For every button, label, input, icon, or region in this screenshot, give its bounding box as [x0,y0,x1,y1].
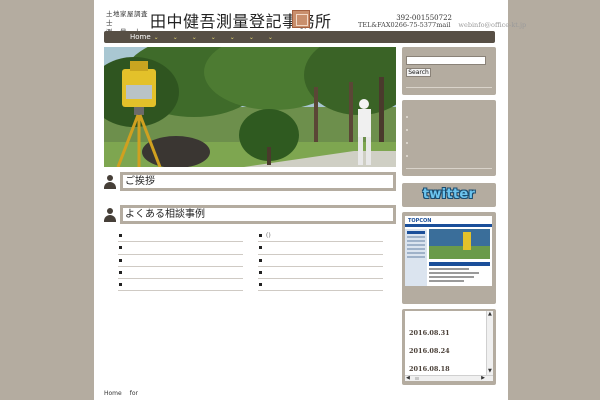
scroll-down-icon[interactable]: ▼ [488,369,492,374]
menu-bullet[interactable] [406,142,408,144]
news-widget: 2016.08.31 2016.08.24 2016.08.18 ▲ ▼ ◀ ▶ [402,309,496,385]
logo-line-1: 土地家屋調査士 [106,10,148,27]
list-item[interactable]: () [258,230,383,243]
list-item[interactable] [258,279,383,292]
footer-home-link[interactable]: Home [104,390,122,397]
greeting-heading[interactable]: ご挨拶 [120,172,396,191]
twitter-logo[interactable]: twitter [402,183,496,207]
surveyor-photo [104,47,396,167]
seal-stamp-icon [292,10,310,28]
list-item[interactable] [258,255,383,267]
faq-list-right: () [258,230,383,292]
topcon-banner[interactable]: TOPCON [402,212,496,304]
divider [406,168,492,169]
sidebar-menu [402,100,496,176]
contact-tel-fax: TEL&FAX0266-75-5377mail [358,21,451,29]
list-item[interactable] [118,267,243,280]
nav-home[interactable]: Home [130,33,151,41]
list-item[interactable] [118,279,243,292]
news-scroll-area[interactable]: 2016.08.31 2016.08.24 2016.08.18 ▲ ▼ ◀ ▶ [405,311,493,381]
search-widget: Search [402,47,496,95]
contact-email[interactable]: webinfo@office-kt.jp [458,21,526,29]
person-icon [104,175,116,189]
scroll-up-icon[interactable]: ▲ [488,312,492,317]
footer-for-text: for [129,390,138,397]
twitter-widget[interactable]: twitter [402,183,496,207]
list-item[interactable] [118,230,243,243]
main-nav: Home ⌄ ⌄ ⌄ ⌄ ⌄ ⌄ ⌄ [104,31,495,43]
topcon-website-thumbnail[interactable]: TOPCON [405,216,492,286]
faq-heading[interactable]: よくある相談事例 [120,205,396,224]
list-item[interactable] [258,267,383,280]
footer-breadcrumb: Home for [104,390,146,397]
scroll-left-icon[interactable]: ◀ [406,376,410,381]
list-item[interactable] [258,242,383,255]
person-icon [104,208,116,222]
search-input[interactable] [406,56,486,65]
chevron-down-icon[interactable]: ⌄ [211,34,216,41]
page: 土地家屋調査士 測 量 士 田中健吾測量登記事務所 392-001550722 … [94,0,526,400]
list-item[interactable] [118,255,243,267]
chevron-down-icon[interactable]: ⌄ [192,34,197,41]
contact-phone: TEL&FAX0266-75-5377mail webinfo@office-kt… [358,21,526,29]
menu-bullet[interactable] [406,155,408,157]
divider [406,87,492,88]
search-button[interactable]: Search [406,68,431,77]
scroll-right-icon[interactable]: ▶ [481,376,485,381]
chevron-down-icon[interactable]: ⌄ [154,34,159,41]
scroll-thumb[interactable] [415,377,419,380]
vertical-scrollbar[interactable]: ▲ ▼ [486,311,493,375]
news-date[interactable]: 2016.08.31 [409,329,450,337]
horizontal-scrollbar[interactable]: ◀ ▶ [405,375,493,381]
chevron-down-icon[interactable]: ⌄ [268,34,273,41]
chevron-down-icon[interactable]: ⌄ [173,34,178,41]
chevron-down-icon[interactable]: ⌄ [249,34,254,41]
list-item[interactable] [118,242,243,255]
hero-photo [104,47,396,167]
news-date[interactable]: 2016.08.18 [409,365,450,373]
news-date[interactable]: 2016.08.24 [409,347,450,355]
chevron-down-icon[interactable]: ⌄ [230,34,235,41]
topcon-logo: TOPCON [408,218,431,224]
menu-bullet[interactable] [406,116,408,118]
faq-list-left [118,230,243,292]
menu-bullet[interactable] [406,129,408,131]
